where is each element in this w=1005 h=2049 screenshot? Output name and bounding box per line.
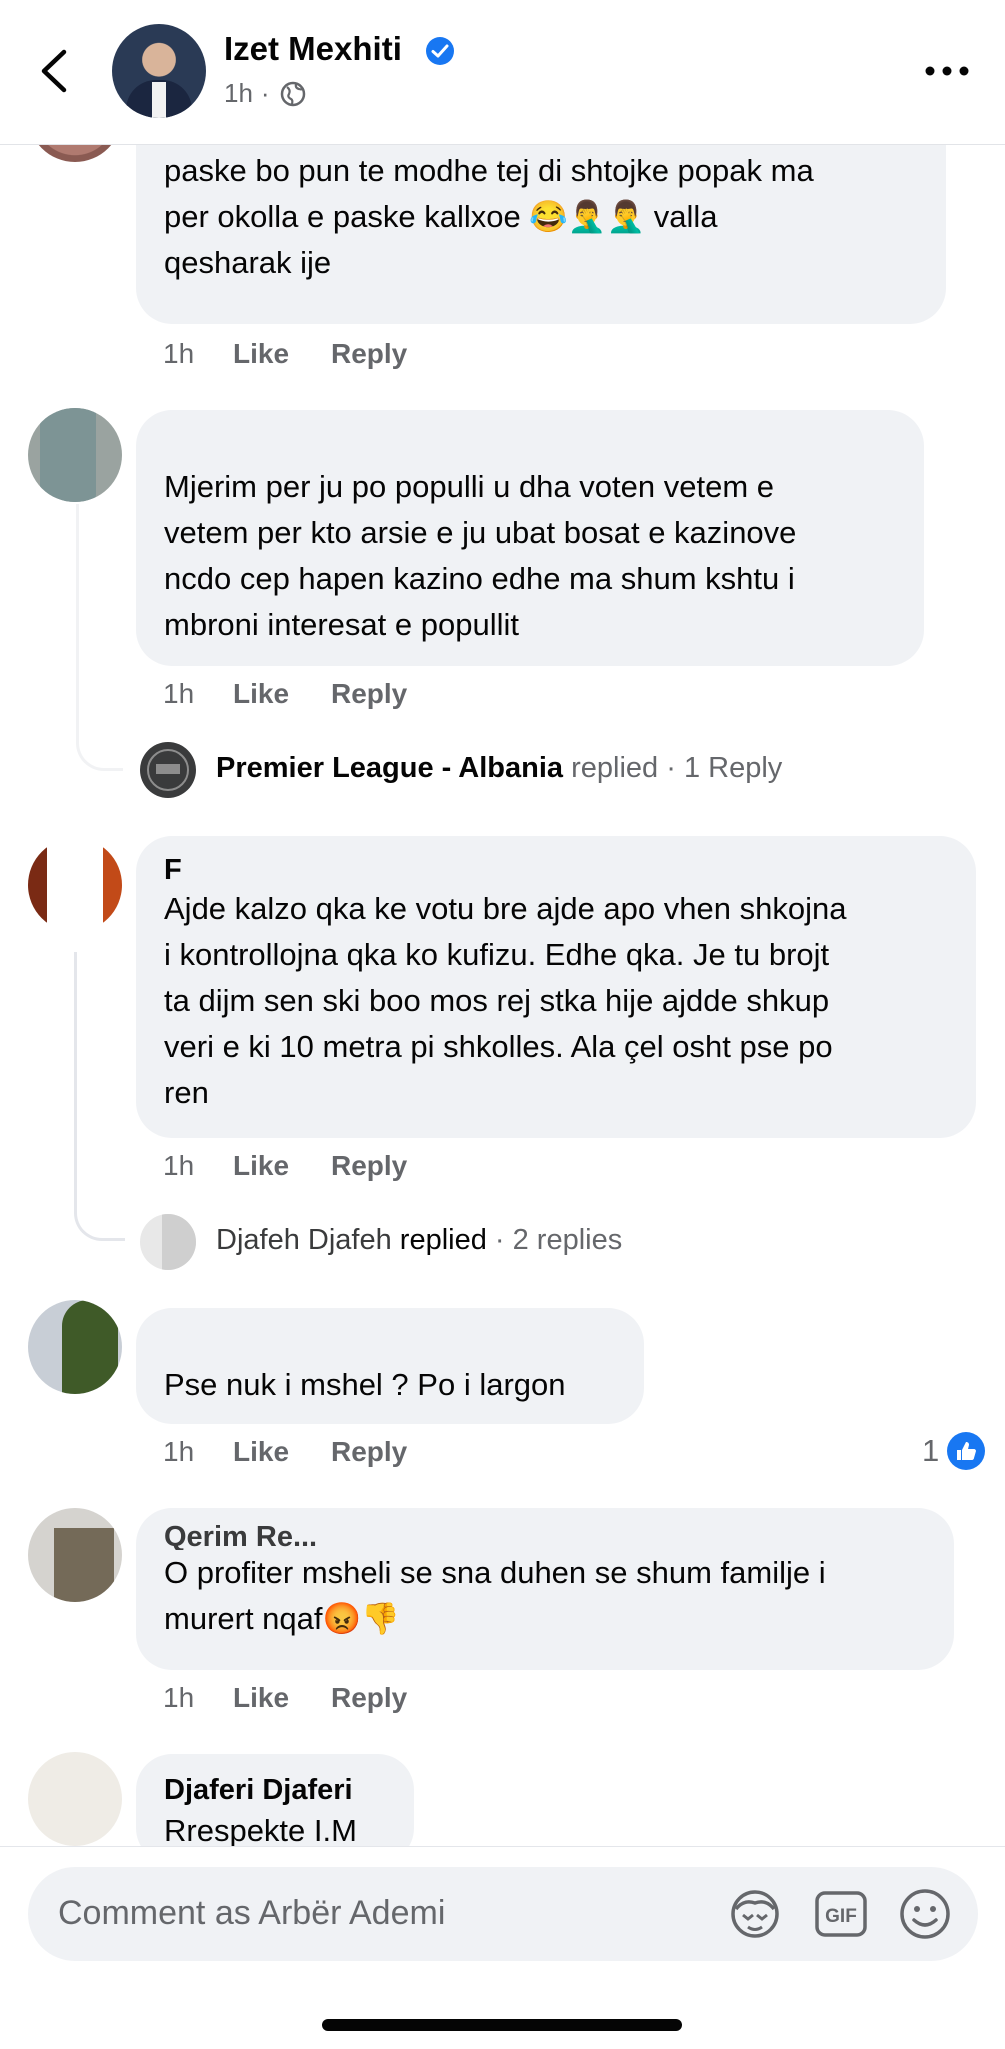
- commenter-avatar[interactable]: [28, 1752, 122, 1846]
- like-button[interactable]: Like: [233, 678, 331, 710]
- comment-actions: 1h Like Reply: [163, 338, 407, 370]
- reply-button[interactable]: Reply: [331, 1150, 407, 1182]
- meta-separator: ·: [260, 78, 270, 108]
- avatar-sticker-icon[interactable]: [726, 1885, 784, 1943]
- author-avatar[interactable]: [112, 24, 206, 118]
- comment-author[interactable]: F: [164, 854, 948, 886]
- comment-actions: 1h Like Reply: [163, 1436, 407, 1468]
- comment-text: Ajde kalzo qka ke votu bre ajde apo vhen…: [164, 891, 847, 1110]
- comment-actions: 1h Like Reply: [163, 1150, 407, 1182]
- comment-bubble: Mjerim per ju po populli u dha voten vet…: [136, 410, 924, 666]
- replies-summary[interactable]: Premier League - Albania replied · 1 Rep…: [216, 752, 782, 785]
- reaction-count[interactable]: 1: [922, 1432, 986, 1470]
- post-meta: 1h ·: [224, 78, 308, 109]
- comment-time: 1h: [163, 1436, 195, 1467]
- comment-bubble: Pse nuk i mshel ? Po i largon: [136, 1308, 644, 1424]
- author-name[interactable]: Izet Mexhiti: [224, 30, 402, 68]
- gif-icon[interactable]: GIF: [812, 1885, 870, 1943]
- like-button[interactable]: Like: [233, 1682, 331, 1714]
- comment-bubble: Qerim Re... O profiter msheli se sna duh…: [136, 1508, 954, 1670]
- comment-composer-bar: Comment as Arbër Ademi GIF: [0, 1846, 1005, 2049]
- reply-button[interactable]: Reply: [331, 678, 407, 710]
- post-header: Izet Mexhiti 1h ·: [0, 0, 1005, 145]
- emoji-icon[interactable]: [896, 1885, 954, 1943]
- comment-text: O profiter msheli se sna duhen se shum f…: [164, 1555, 826, 1636]
- comment-time: 1h: [163, 678, 195, 709]
- replier-name: Djafeh Djafeh: [216, 1224, 392, 1256]
- commenter-avatar[interactable]: [28, 838, 122, 932]
- commenter-avatar[interactable]: [28, 1300, 122, 1394]
- reply-count: · 1 Reply: [666, 752, 783, 784]
- like-button[interactable]: Like: [233, 338, 331, 370]
- reply-button[interactable]: Reply: [331, 1436, 407, 1468]
- comment-placeholder: Comment as Arbër Ademi: [58, 1894, 446, 1932]
- comment-actions: 1h Like Reply: [163, 678, 407, 710]
- commenter-avatar[interactable]: [28, 408, 122, 502]
- reply-button[interactable]: Reply: [331, 338, 407, 370]
- replied-label: replied: [571, 752, 659, 784]
- reply-thread-line: [76, 504, 123, 771]
- more-icon[interactable]: [922, 56, 972, 86]
- comment-time: 1h: [163, 1150, 195, 1181]
- replier-avatar[interactable]: [140, 1214, 196, 1270]
- post-time[interactable]: 1h: [224, 78, 253, 109]
- thumbs-up-icon: [947, 1432, 986, 1470]
- like-button[interactable]: Like: [233, 1436, 331, 1468]
- commenter-avatar[interactable]: [28, 1508, 122, 1602]
- replied-label: replied: [399, 1224, 487, 1256]
- comment-time: 1h: [163, 1682, 195, 1713]
- comment-text: Pse nuk i mshel ? Po i largon: [164, 1367, 566, 1402]
- comment-input[interactable]: Comment as Arbër Ademi GIF: [28, 1867, 978, 1961]
- reaction-number: 1: [922, 1433, 940, 1468]
- globe-icon: [280, 81, 305, 106]
- reply-count: · 2 replies: [494, 1224, 623, 1256]
- comment-actions: 1h Like Reply: [163, 1682, 407, 1714]
- reply-thread-line: [74, 952, 125, 1241]
- home-indicator[interactable]: [322, 2019, 682, 2031]
- replier-name: Premier League - Albania: [216, 752, 564, 784]
- comment-bubble: F Ajde kalzo qka ke votu bre ajde apo vh…: [136, 836, 976, 1138]
- replier-avatar[interactable]: [140, 742, 196, 798]
- reply-button[interactable]: Reply: [331, 1682, 407, 1714]
- like-button[interactable]: Like: [233, 1150, 331, 1182]
- comment-author[interactable]: Djaferi Djaferi: [164, 1772, 386, 1808]
- svg-text:GIF: GIF: [825, 1906, 857, 1927]
- comment-text: Mjerim per ju po populli u dha voten vet…: [164, 469, 797, 642]
- comment-author[interactable]: Qerim Re...: [164, 1524, 926, 1550]
- back-arrow-icon[interactable]: [34, 46, 74, 96]
- comment-time: 1h: [163, 338, 195, 369]
- verified-badge-icon: [426, 37, 454, 65]
- replies-summary[interactable]: Djafeh Djafeh replied · 2 replies: [216, 1224, 622, 1257]
